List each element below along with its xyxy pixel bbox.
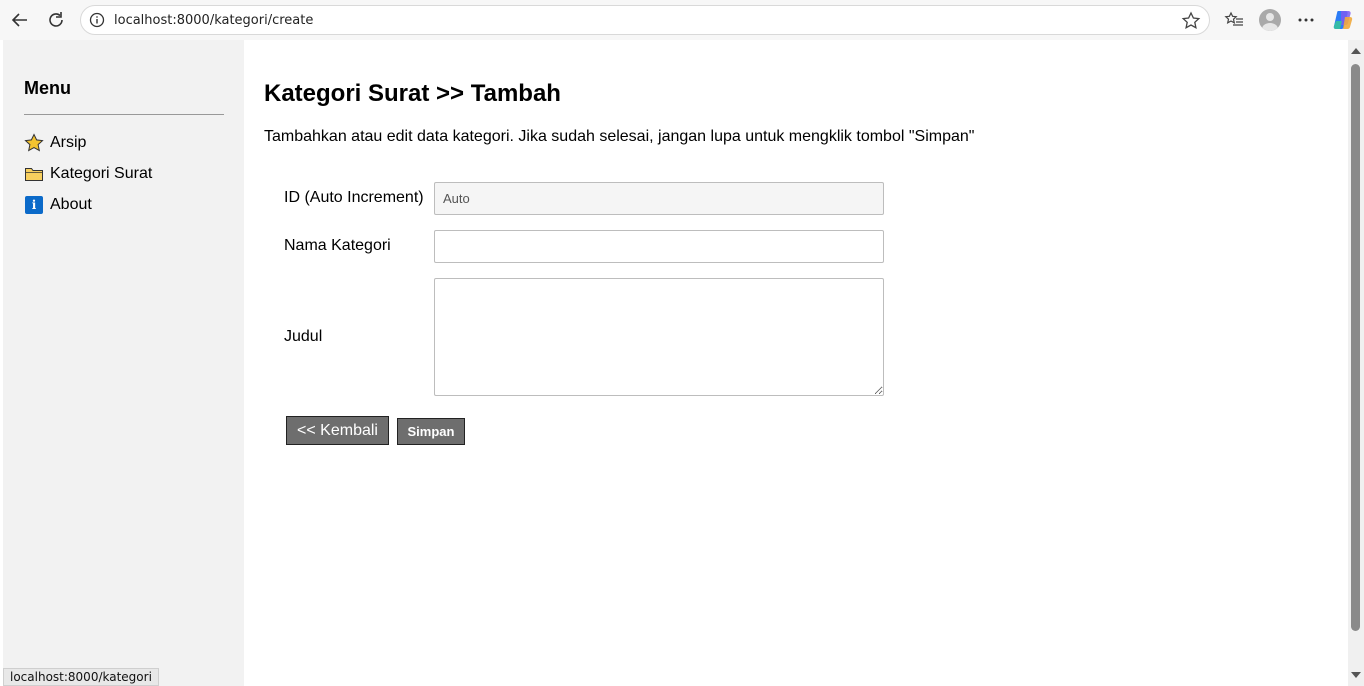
page-description: Tambahkan atau edit data kategori. Jika … (264, 128, 975, 145)
address-bar[interactable]: localhost:8000/kategori/create (80, 5, 1210, 35)
page-title: Kategori Surat >> Tambah (264, 80, 561, 107)
info-icon-glyph: i (25, 196, 43, 214)
scroll-down-icon[interactable] (1351, 672, 1361, 678)
folder-icon (24, 164, 44, 184)
refresh-icon[interactable] (42, 6, 70, 34)
sidebar-item-about[interactable]: i About (24, 195, 92, 215)
sidebar-divider (24, 114, 224, 115)
nama-kategori-input[interactable] (434, 230, 884, 263)
scroll-thumb[interactable] (1351, 64, 1360, 631)
id-label: ID (Auto Increment) (284, 189, 424, 206)
sidebar-item-label[interactable]: Kategori Surat (50, 165, 152, 183)
sidebar-title: Menu (24, 78, 71, 98)
sidebar-item-arsip[interactable]: Arsip (24, 133, 86, 153)
nama-kategori-label: Nama Kategori (284, 237, 391, 254)
judul-label: Judul (284, 328, 323, 345)
url-text[interactable]: localhost:8000/kategori/create (114, 13, 313, 28)
info-icon: i (24, 195, 44, 215)
sidebar-item-label[interactable]: About (50, 196, 92, 214)
star-icon (24, 133, 44, 153)
sidebar: Menu Arsip Kategori Surat i About (3, 40, 244, 686)
site-info-icon[interactable] (89, 12, 105, 28)
sidebar-item-label[interactable]: Arsip (50, 134, 86, 152)
main-content: Kategori Surat >> Tambah Tambahkan atau … (244, 40, 1348, 686)
status-bar-link: localhost:8000/kategori (3, 668, 159, 686)
profile-icon[interactable] (1258, 8, 1282, 32)
judul-textarea[interactable] (434, 278, 884, 396)
back-button[interactable]: << Kembali (286, 416, 389, 445)
sidebar-item-kategori-surat[interactable]: Kategori Surat (24, 164, 152, 184)
save-button[interactable]: Simpan (397, 418, 465, 445)
browser-toolbar: localhost:8000/kategori/create (0, 0, 1364, 40)
copilot-icon[interactable] (1331, 8, 1355, 32)
page-viewport: Menu Arsip Kategori Surat i About Katego… (3, 40, 1348, 686)
more-icon[interactable] (1294, 8, 1318, 32)
scroll-up-icon[interactable] (1351, 48, 1361, 54)
favorite-star-icon[interactable] (1181, 11, 1201, 31)
vertical-scrollbar[interactable] (1348, 40, 1364, 686)
back-icon[interactable] (6, 6, 34, 34)
favorites-icon[interactable] (1222, 8, 1246, 32)
id-input[interactable] (434, 182, 884, 215)
